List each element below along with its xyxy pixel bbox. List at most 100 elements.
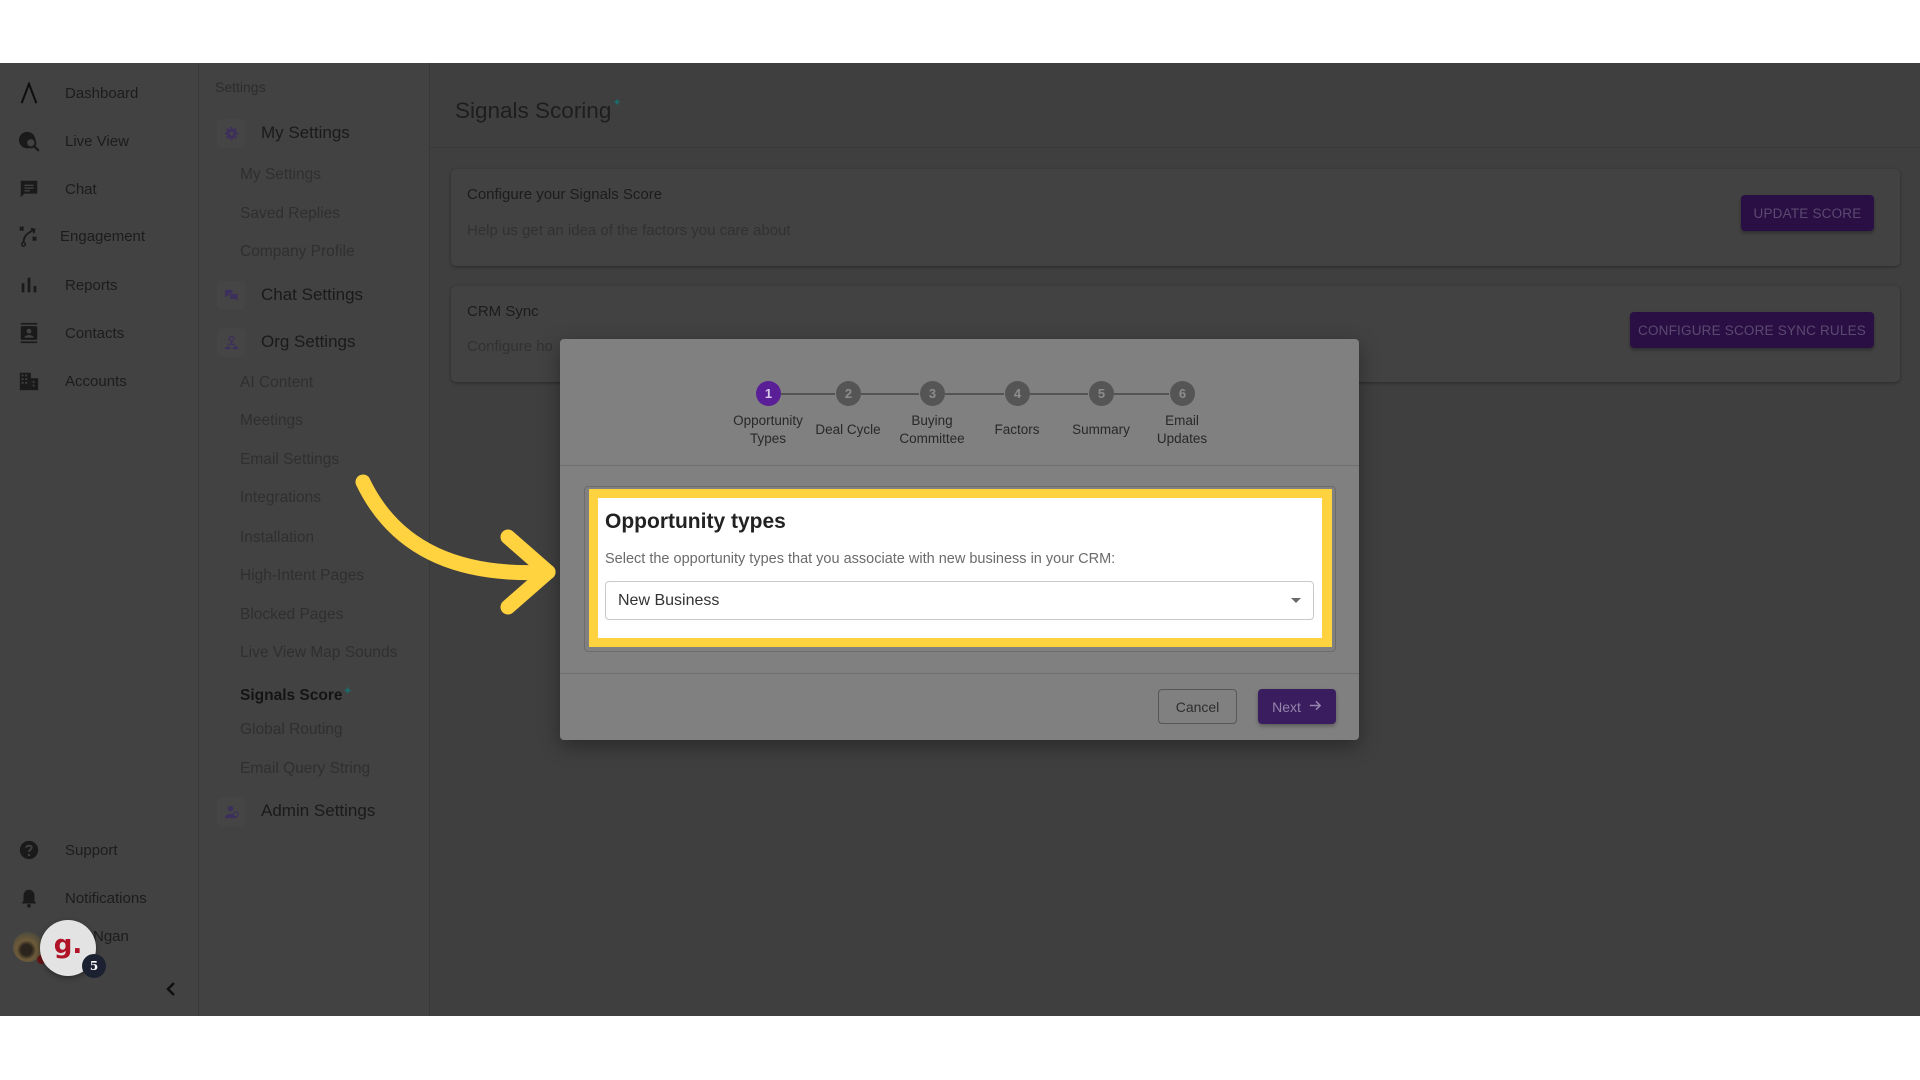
nav-label: Reports [65, 276, 118, 294]
page-title-text: Signals Scoring [455, 98, 612, 123]
step-label-text: Summary [1072, 422, 1130, 437]
help-widget-badge: 5 [82, 954, 106, 978]
signals-score-card: Configure your Signals Score Help us get… [451, 169, 1900, 266]
settings-group-chat-settings[interactable]: Chat Settings [215, 278, 420, 312]
step-connector [861, 393, 919, 395]
nav-label: Notifications [65, 889, 147, 907]
settings-heading: Settings [215, 79, 266, 95]
step-6-indicator[interactable]: 6 [1170, 381, 1195, 406]
nav-item-contacts[interactable]: Contacts [0, 313, 199, 353]
step-5-label: Summary [1059, 410, 1143, 450]
chat-bubble-icon [17, 177, 41, 201]
divider [560, 673, 1359, 674]
step-label-text: Deal Cycle [815, 422, 881, 437]
settings-item-signals-score[interactable]: Signals Score✦ [240, 680, 352, 708]
settings-item-company-profile[interactable]: Company Profile [240, 240, 355, 264]
nav-item-accounts[interactable]: Accounts [0, 361, 199, 401]
card-description: Help us get an idea of the factors you c… [467, 222, 791, 239]
settings-group-label: My Settings [261, 123, 350, 142]
section-description: Select the opportunity types that you as… [605, 551, 1116, 567]
settings-item-global-routing[interactable]: Global Routing [240, 718, 343, 742]
strategy-icon [17, 224, 41, 248]
step-label-text: Factors [994, 422, 1040, 437]
settings-item-my-settings[interactable]: My Settings [240, 163, 321, 187]
step-connector [1030, 393, 1088, 395]
help-widget-logo: g. [53, 930, 83, 960]
logo-icon [17, 81, 41, 105]
settings-item-label: Signals Score [240, 687, 343, 705]
step-2-label: Deal Cycle [806, 410, 890, 450]
nav-item-notifications[interactable]: Notifications [0, 878, 199, 918]
nav-item-reports[interactable]: Reports [0, 265, 199, 305]
settings-item-high-intent-pages[interactable]: High-Intent Pages [240, 564, 364, 588]
settings-group-label: Admin Settings [261, 801, 376, 820]
step-1-label: Opportunity Types [726, 410, 810, 450]
chat-icon [217, 280, 246, 310]
help-circle-icon [17, 838, 41, 862]
step-1-indicator[interactable]: 1 [756, 381, 781, 406]
step-5-indicator[interactable]: 5 [1089, 381, 1114, 406]
step-2-indicator[interactable]: 2 [836, 381, 861, 406]
settings-item-blocked-pages[interactable]: Blocked Pages [240, 603, 343, 627]
dropdown-arrow-icon [1291, 598, 1301, 603]
step-label-text: Opportunity Types [733, 413, 803, 446]
nav-label: Live View [65, 132, 129, 150]
opportunity-types-select[interactable]: New Business [605, 581, 1314, 620]
settings-item-email-query-string[interactable]: Email Query String [240, 757, 370, 781]
nav-label: Dashboard [65, 84, 139, 102]
step-4-label: Factors [975, 410, 1059, 450]
step-label-text: Buying Committee [899, 413, 965, 446]
settings-item-live-view-map-sounds[interactable]: Live View Map Sounds [240, 641, 397, 665]
select-value: New Business [618, 592, 720, 609]
collapse-sidebar-button[interactable] [162, 980, 180, 1002]
nav-label: Engagement [60, 227, 146, 245]
step-label-text: Email Updates [1156, 413, 1208, 446]
page-title: Signals Scoring✦ [455, 96, 622, 124]
chevron-left-icon [165, 981, 177, 1002]
step-3-label: Buying Committee [890, 410, 974, 450]
bar-chart-icon [17, 273, 41, 297]
step-connector [1114, 393, 1169, 395]
admin-icon [217, 796, 246, 826]
settings-group-my-settings[interactable]: My Settings [215, 116, 420, 150]
settings-group-org-settings[interactable]: Org Settings [215, 325, 420, 359]
settings-item-installation[interactable]: Installation [240, 526, 314, 550]
nav-label: Chat [65, 180, 97, 198]
arrow-right-icon [1309, 699, 1322, 715]
nav-item-dashboard[interactable]: Dashboard [0, 73, 199, 113]
settings-group-label: Org Settings [261, 332, 356, 351]
nav-item-engagement[interactable]: Engagement [0, 216, 199, 256]
bell-icon [17, 886, 41, 910]
update-score-button[interactable]: UPDATE SCORE [1741, 195, 1874, 231]
settings-item-integrations[interactable]: Integrations [240, 486, 321, 510]
settings-group-admin-settings[interactable]: Admin Settings [215, 794, 420, 828]
settings-item-meetings[interactable]: Meetings [240, 409, 303, 433]
settings-item-saved-replies[interactable]: Saved Replies [240, 202, 340, 226]
settings-item-email-settings[interactable]: Email Settings [240, 448, 339, 472]
nav-item-chat[interactable]: Chat [0, 169, 199, 209]
nav-item-support[interactable]: Support [0, 830, 199, 870]
step-4-indicator[interactable]: 4 [1005, 381, 1030, 406]
page-header [430, 63, 1920, 148]
settings-item-ai-content[interactable]: AI Content [240, 371, 313, 395]
sparkle-icon: ✦ [612, 96, 622, 109]
nav-item-live-view[interactable]: Live View [0, 121, 199, 161]
step-connector [781, 393, 835, 395]
next-button-label: Next [1272, 698, 1301, 715]
cancel-button[interactable]: Cancel [1158, 689, 1237, 724]
configure-score-sync-rules-button[interactable]: CONFIGURE SCORE SYNC RULES [1630, 312, 1874, 348]
card-title: CRM Sync [467, 303, 539, 320]
divider [560, 465, 1359, 466]
step-6-label: Email Updates [1140, 410, 1224, 450]
user-name[interactable]: Ngan [93, 928, 129, 945]
nav-label: Contacts [65, 324, 125, 342]
gear-icon [217, 118, 246, 148]
sparkle-icon: ✦ [343, 686, 352, 697]
step-connector [945, 393, 1004, 395]
step-3-indicator[interactable]: 3 [920, 381, 945, 406]
building-icon [17, 369, 41, 393]
contact-card-icon [17, 321, 41, 345]
next-button[interactable]: Next [1258, 689, 1336, 724]
card-title: Configure your Signals Score [467, 186, 663, 203]
settings-group-label: Chat Settings [261, 285, 364, 304]
